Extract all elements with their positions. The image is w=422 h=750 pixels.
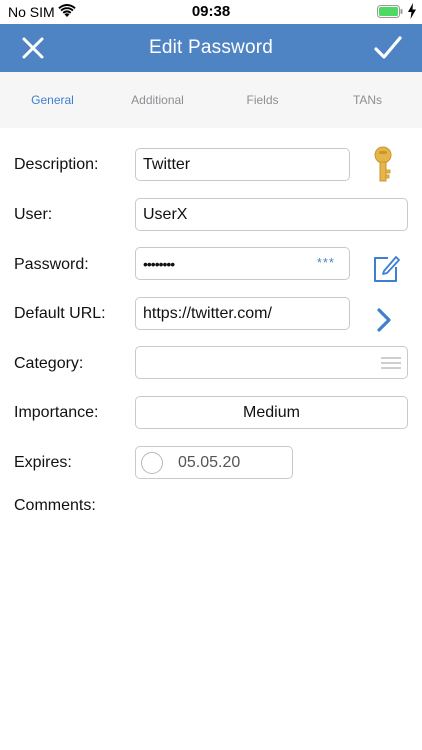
description-label: Description:	[14, 156, 99, 173]
default-url-value: https://twitter.com/	[143, 305, 272, 322]
edit-icon[interactable]	[372, 254, 400, 283]
tab-bar: General Additional Fields TANs	[0, 72, 422, 128]
clock: 09:38	[191, 3, 231, 20]
charging-bolt-icon	[408, 3, 416, 19]
tab-additional[interactable]: Additional	[105, 93, 210, 107]
chevron-right-icon[interactable]	[376, 308, 392, 332]
description-field[interactable]: Twitter	[135, 148, 350, 181]
importance-label: Importance:	[14, 404, 99, 421]
importance-selector[interactable]: Medium	[135, 396, 408, 429]
expires-date-value: 05.05.20	[178, 454, 241, 471]
checkmark-icon[interactable]	[373, 34, 403, 62]
category-label: Category:	[14, 355, 84, 372]
expires-label: Expires:	[14, 454, 72, 471]
key-icon[interactable]	[372, 146, 394, 183]
description-value: Twitter	[143, 156, 191, 173]
expires-checkbox[interactable]	[141, 452, 163, 474]
user-label: User:	[14, 206, 53, 223]
tab-fields[interactable]: Fields	[210, 93, 315, 107]
tab-tans[interactable]: TANs	[315, 93, 420, 107]
comments-label: Comments:	[14, 497, 96, 514]
tab-general[interactable]: General	[0, 93, 105, 107]
reveal-password-button[interactable]: ***	[317, 255, 335, 270]
user-field[interactable]: UserX	[135, 198, 408, 231]
status-bar: No SIM 09:38	[0, 0, 422, 24]
list-icon[interactable]	[381, 356, 401, 370]
expires-date-field[interactable]: 05.05.20	[135, 446, 293, 479]
battery-icon	[377, 5, 403, 18]
default-url-label: Default URL:	[14, 305, 106, 322]
password-label: Password:	[14, 256, 89, 273]
category-field[interactable]	[135, 346, 408, 379]
importance-value: Medium	[243, 404, 300, 421]
default-url-field[interactable]: https://twitter.com/	[135, 297, 350, 330]
comments-area[interactable]	[14, 520, 408, 720]
password-field[interactable]: •••••••• ***	[135, 247, 350, 280]
navigation-bar: Edit Password	[0, 24, 422, 72]
page-title: Edit Password	[148, 37, 274, 58]
password-value: ••••••••	[143, 256, 175, 272]
user-value: UserX	[143, 206, 188, 223]
